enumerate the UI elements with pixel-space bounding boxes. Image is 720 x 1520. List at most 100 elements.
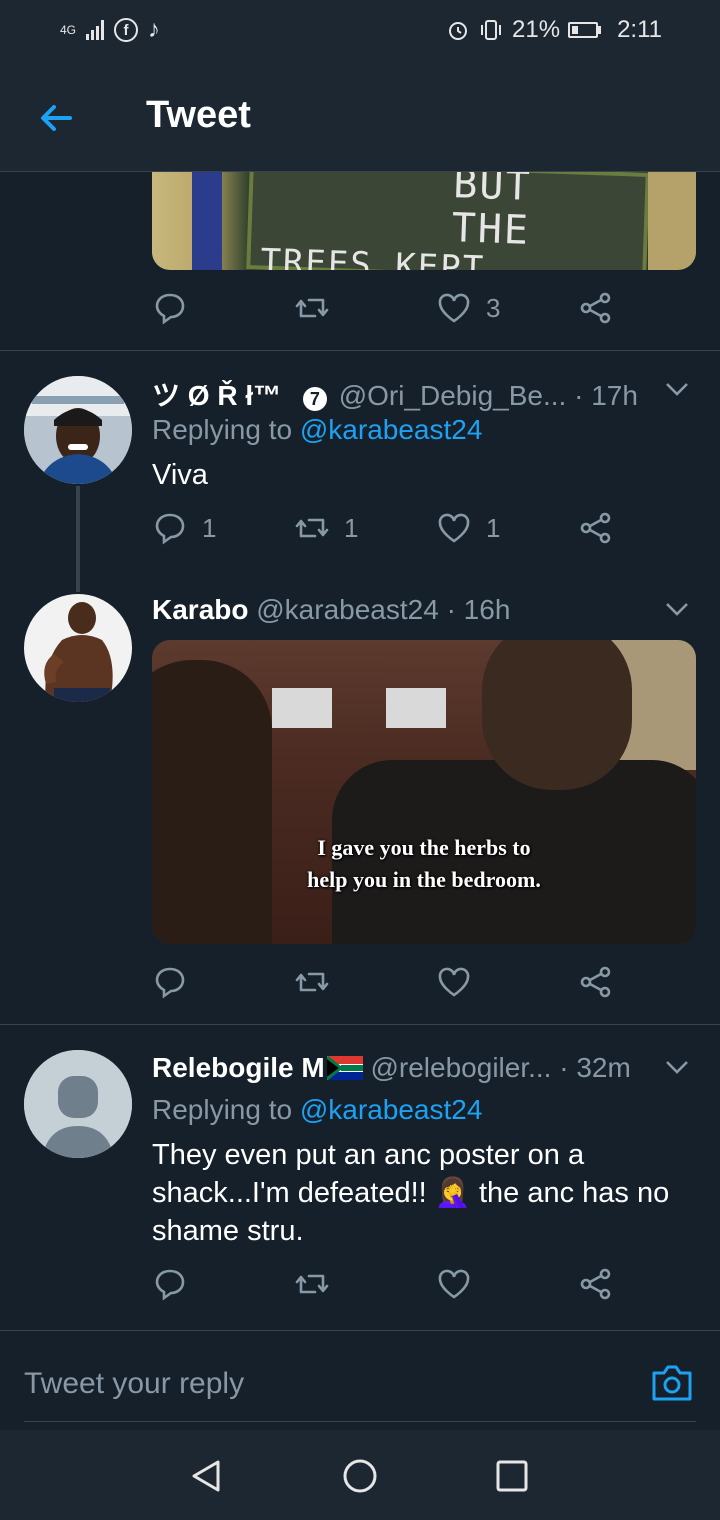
replying-to: Replying to @karabeast24 (152, 1094, 482, 1126)
chevron-down-icon[interactable] (664, 376, 690, 402)
avatar[interactable] (24, 376, 132, 484)
signal-icon (86, 20, 105, 40)
back-arrow-icon[interactable] (34, 96, 78, 140)
image-caption-line-2: help you in the bedroom. (307, 867, 541, 892)
divider (0, 350, 720, 351)
display-name[interactable]: Karabo (152, 594, 248, 625)
image-post (192, 172, 222, 270)
chevron-down-icon[interactable] (664, 1054, 690, 1080)
avatar-photo (24, 594, 132, 702)
default-avatar-icon (24, 1050, 132, 1158)
battery-percent: 21% (512, 16, 561, 43)
tweet-header: ツ Ø Ř ł™ 7 @Ori_Debig_Be... · 17h (152, 374, 638, 414)
like-button[interactable] (436, 964, 472, 1000)
clock: 2:11 (617, 16, 662, 43)
reply-button[interactable] (152, 1266, 188, 1302)
like-count: 3 (486, 292, 501, 323)
like-button[interactable]: 3 (436, 290, 500, 326)
user-handle[interactable]: @Ori_Debig_Be... (339, 380, 567, 411)
heart-icon (438, 967, 470, 997)
badge-icon: 7 (302, 387, 327, 411)
tweet-time: · 17h (574, 380, 638, 411)
reply-composer: Tweet your reply (0, 1330, 720, 1430)
retweet-button[interactable] (294, 290, 330, 326)
retweet-icon (295, 298, 329, 318)
vibrate-icon (481, 20, 502, 40)
display-name[interactable]: Relebogile M (152, 1052, 325, 1083)
like-button[interactable] (436, 1266, 472, 1302)
nav-back-icon[interactable] (188, 1458, 224, 1494)
reply-icon (155, 513, 185, 545)
tweet-header: Relebogile M @relebogiler... · 32m (152, 1052, 631, 1084)
top-app-bar: Tweet (0, 64, 720, 172)
avatar-photo (24, 376, 132, 484)
share-button[interactable] (578, 290, 614, 326)
retweet-icon (295, 1274, 329, 1294)
tweet-actions (152, 964, 622, 1008)
display-name[interactable]: ツ Ø Ř ł™ (152, 380, 281, 411)
page-title: Tweet (146, 94, 251, 136)
camera-icon[interactable] (650, 1363, 694, 1403)
reply-button[interactable] (152, 290, 188, 326)
share-icon (580, 966, 611, 998)
retweet-icon (295, 518, 329, 538)
share-button[interactable] (578, 1266, 614, 1302)
image-background (272, 688, 332, 728)
default-avatar[interactable] (24, 1050, 132, 1158)
alarm-icon (449, 22, 468, 40)
image-background (648, 172, 696, 270)
user-handle[interactable]: @relebogiler... (370, 1052, 551, 1083)
like-count: 1 (486, 512, 501, 543)
share-button[interactable] (578, 964, 614, 1000)
tweet-actions: 3 (152, 290, 622, 334)
replying-to-label: Replying to (152, 1094, 293, 1125)
retweet-button[interactable] (294, 1266, 330, 1302)
like-button[interactable]: 1 (436, 510, 500, 546)
avatar[interactable] (24, 594, 132, 702)
nav-home-icon[interactable] (342, 1458, 378, 1494)
input-underline (24, 1421, 696, 1422)
retweet-button[interactable]: 1 (294, 510, 358, 546)
heart-icon (438, 1269, 470, 1299)
replying-to-handle[interactable]: @karabeast24 (300, 1094, 483, 1125)
share-button[interactable] (578, 510, 614, 546)
nav-recents-icon[interactable] (494, 1458, 530, 1494)
replying-to-handle[interactable]: @karabeast24 (300, 414, 483, 445)
share-icon (580, 1268, 611, 1300)
reply-button[interactable]: 1 (152, 510, 216, 546)
tweet-image[interactable]: I gave you the herbs to help you in the … (152, 640, 696, 944)
reply-count: 1 (202, 512, 217, 543)
tweet-actions (152, 1266, 622, 1310)
tweet-image-sign[interactable]: BUT THE TREES KEPT VOTING FOR THE (152, 172, 696, 270)
share-icon (580, 512, 611, 544)
reply-icon (155, 967, 185, 999)
reply-input[interactable]: Tweet your reply (24, 1367, 244, 1401)
chevron-down-icon[interactable] (664, 596, 690, 622)
retweet-count: 1 (344, 512, 359, 543)
image-background (386, 688, 446, 728)
retweet-button[interactable] (294, 964, 330, 1000)
heart-icon (438, 293, 470, 323)
tweet-header: Karabo @karabeast24 · 16h (152, 594, 510, 626)
facebook-icon: f (114, 18, 139, 42)
image-person (152, 660, 272, 944)
tweet-actions: 1 1 1 (152, 510, 622, 554)
heart-icon (438, 513, 470, 543)
battery-charging-icon (568, 22, 602, 38)
tweet-time: · 32m (559, 1052, 631, 1083)
image-signboard: BUT THE TREES KEPT VOTING FOR THE (246, 172, 650, 270)
replying-to-label: Replying to (152, 414, 293, 445)
status-bar: 4G f ♪ 21% 2:11 (0, 0, 720, 64)
tweet-text: They even put an anc poster on a shack..… (152, 1139, 670, 1247)
network-type: 4G (60, 23, 77, 37)
image-person (482, 640, 632, 790)
tweet-time: · 16h (446, 594, 511, 625)
share-icon (580, 292, 611, 324)
tweet-text: Viva (152, 459, 208, 491)
user-handle[interactable]: @karabeast24 (256, 594, 439, 625)
thread-line (76, 486, 80, 592)
tiktok-icon: ♪ (148, 16, 161, 43)
reply-button[interactable] (152, 964, 188, 1000)
south-africa-flag-icon (326, 1056, 363, 1080)
retweet-icon (295, 972, 329, 992)
